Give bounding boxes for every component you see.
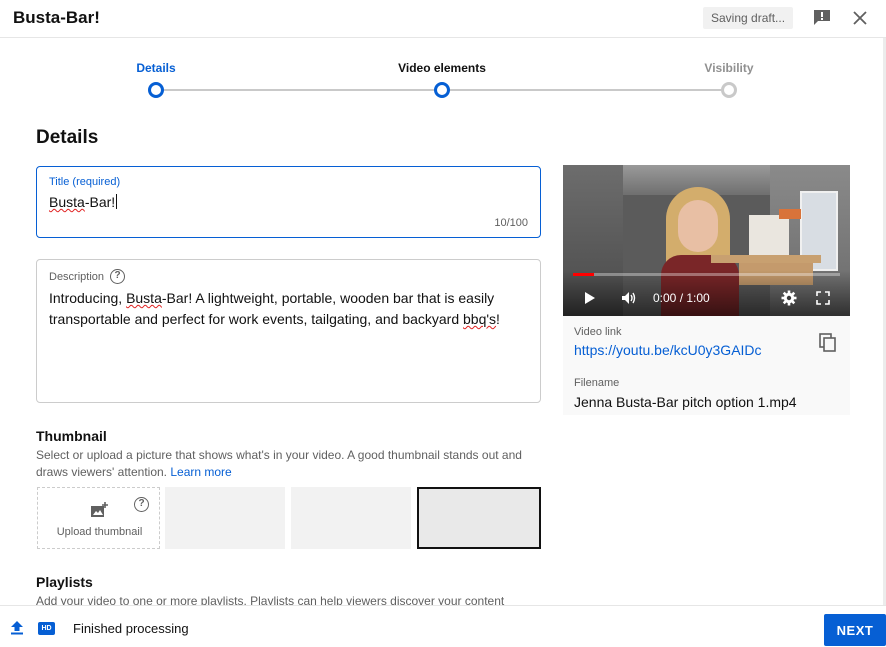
thumbnail-option-1[interactable]	[165, 487, 285, 549]
video-scene-person-face	[678, 200, 718, 252]
thumbnail-help-icon[interactable]: ?	[134, 497, 149, 512]
stepper-line-1	[156, 89, 442, 91]
step-video-elements-dot[interactable]	[434, 82, 450, 98]
copy-icon[interactable]	[819, 333, 837, 353]
video-preview-card: 0:00 / 1:00 Video link https://youtu.be/…	[563, 165, 850, 415]
filename-value: Jenna Busta-Bar pitch option 1.mp4	[574, 394, 797, 410]
upload-stepper: Details Video elements Visibility	[0, 38, 886, 108]
step-video-elements-label[interactable]: Video elements	[398, 61, 486, 75]
help-icon[interactable]: ?	[110, 269, 126, 284]
video-player[interactable]: 0:00 / 1:00	[563, 165, 850, 316]
video-progress-bar[interactable]	[573, 273, 840, 276]
description-end: !	[496, 311, 500, 327]
title-value-rest: -Bar!	[84, 194, 116, 210]
description-brand: Busta	[126, 290, 162, 306]
close-icon[interactable]	[851, 9, 869, 27]
dialog-title: Busta-Bar!	[13, 8, 100, 27]
description-field-label: Description ?	[49, 269, 126, 284]
video-controls: 0:00 / 1:00	[563, 287, 850, 309]
description-bbq: bbq's	[463, 311, 497, 327]
thumbnail-option-2[interactable]	[291, 487, 411, 549]
next-button[interactable]: NEXT	[824, 614, 886, 646]
playlists-description: Add your video to one or more playlists.…	[36, 594, 505, 605]
title-field[interactable]: Title (required) Busta-Bar! 10/100	[36, 166, 541, 238]
details-heading: Details	[36, 127, 99, 148]
thumbnail-description-text: Select or upload a picture that shows wh…	[36, 448, 522, 479]
add-image-icon	[91, 502, 108, 517]
video-scene-sign	[779, 209, 801, 219]
thumbnail-description: Select or upload a picture that shows wh…	[36, 447, 541, 481]
upload-thumbnail-button[interactable]: ? Upload thumbnail	[37, 487, 160, 549]
title-char-counter: 10/100	[494, 217, 528, 229]
title-value-brand: Busta	[49, 194, 85, 210]
video-link[interactable]: https://youtu.be/kcU0y3GAIDc	[574, 342, 762, 358]
dialog-header: Busta-Bar! Saving draft...	[0, 0, 886, 38]
playlists-heading: Playlists	[36, 574, 93, 590]
description-field[interactable]: Description ? Introducing, Busta-Bar! A …	[36, 259, 541, 403]
description-input[interactable]: Introducing, Busta-Bar! A lightweight, p…	[49, 288, 526, 330]
thumbnail-option-3[interactable]	[417, 487, 541, 549]
description-intro: Introducing,	[49, 290, 127, 306]
step-visibility-label[interactable]: Visibility	[704, 61, 753, 75]
title-field-label: Title (required)	[49, 176, 121, 188]
step-details-label[interactable]: Details	[136, 61, 175, 75]
description-label-text: Description	[49, 270, 105, 283]
video-link-label: Video link	[574, 326, 622, 338]
filename-label: Filename	[574, 377, 620, 389]
step-visibility-dot[interactable]	[721, 82, 737, 98]
play-icon[interactable]	[585, 292, 595, 304]
volume-icon[interactable]	[621, 291, 637, 305]
hd-badge: HD	[38, 622, 55, 635]
fullscreen-icon[interactable]	[816, 291, 830, 305]
feedback-icon[interactable]	[813, 9, 831, 26]
thumbnail-heading: Thumbnail	[36, 428, 107, 444]
video-time: 0:00 / 1:00	[653, 291, 710, 305]
stepper-line-2	[442, 89, 729, 91]
gear-icon[interactable]	[781, 290, 797, 306]
processing-status: Finished processing	[73, 621, 189, 636]
dialog-footer: HD Finished processing NEXT	[0, 605, 886, 647]
title-input[interactable]: Busta-Bar!	[49, 194, 118, 210]
learn-more-link[interactable]: Learn more	[170, 465, 231, 479]
saving-status-badge: Saving draft...	[703, 7, 794, 29]
video-progress-fill	[573, 273, 595, 276]
video-scene-bar	[711, 255, 821, 263]
text-cursor	[116, 194, 118, 209]
upload-icon	[11, 621, 23, 635]
upload-thumbnail-label: Upload thumbnail	[56, 526, 143, 538]
step-details-dot[interactable]	[148, 82, 164, 98]
video-scene-board	[749, 215, 789, 255]
